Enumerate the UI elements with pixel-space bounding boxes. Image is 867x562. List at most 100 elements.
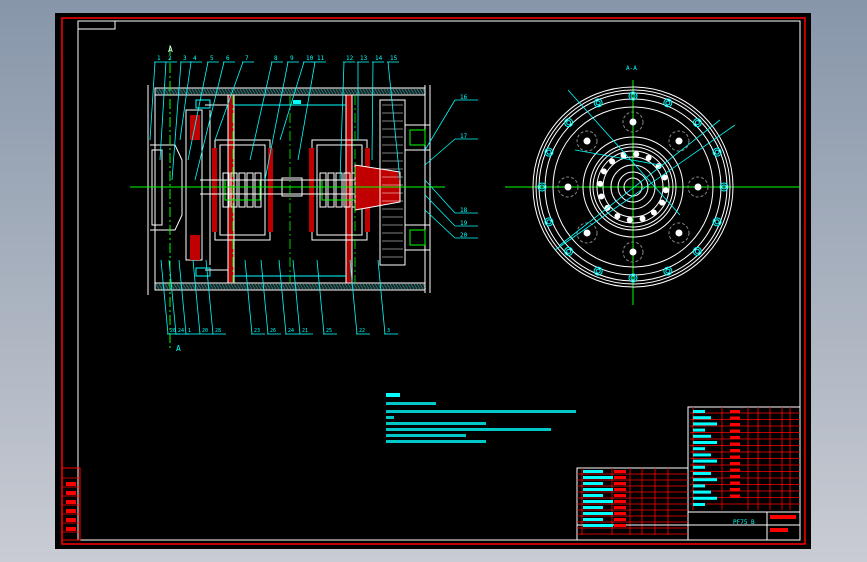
cell-glyphs bbox=[614, 506, 626, 509]
hub-bolt bbox=[600, 168, 607, 175]
mounting-hole bbox=[564, 183, 572, 191]
gear-housing-wall bbox=[309, 148, 314, 232]
title-glyphs bbox=[770, 515, 796, 519]
cell-glyphs bbox=[730, 416, 740, 420]
callout-label: 24 bbox=[178, 328, 184, 334]
cell-glyphs bbox=[583, 500, 613, 503]
cell-glyphs bbox=[614, 512, 626, 515]
callout-label: 18 bbox=[460, 207, 468, 214]
callout-label: 24 bbox=[288, 328, 294, 334]
disc-section bbox=[190, 235, 200, 260]
hub-bolt bbox=[614, 213, 621, 220]
note-line-glyphs bbox=[386, 428, 551, 431]
callout-label: 6 bbox=[226, 55, 230, 62]
cell-glyphs bbox=[693, 490, 711, 494]
callout-label: 17 bbox=[460, 133, 468, 140]
cell-glyphs bbox=[730, 475, 740, 478]
callout-label: 10 bbox=[306, 55, 314, 62]
view-label: A-A bbox=[626, 65, 637, 72]
section-marker-bottom: A bbox=[176, 344, 181, 353]
cell-glyphs bbox=[730, 481, 740, 485]
note-line-glyphs bbox=[386, 422, 486, 425]
callout-label: 2 bbox=[168, 55, 172, 62]
stamp-glyphs bbox=[66, 482, 76, 486]
cell-glyphs bbox=[693, 428, 705, 432]
cell-glyphs bbox=[583, 506, 603, 509]
hub-bolt bbox=[626, 216, 633, 223]
cell-glyphs bbox=[693, 484, 705, 488]
cell-glyphs bbox=[730, 468, 740, 472]
callout-label: 16 bbox=[460, 94, 468, 101]
mounting-hole bbox=[675, 229, 683, 237]
cell-glyphs bbox=[730, 436, 740, 439]
cell-glyphs bbox=[730, 442, 740, 446]
hub-bolt bbox=[633, 151, 640, 158]
cell-glyphs bbox=[730, 462, 740, 465]
mounting-hole bbox=[583, 229, 591, 237]
stamp-glyphs bbox=[66, 500, 76, 504]
cell-glyphs bbox=[693, 459, 717, 463]
callout-label: 25 bbox=[326, 328, 332, 334]
cell-glyphs bbox=[614, 494, 626, 497]
cell-glyphs bbox=[693, 472, 711, 475]
mounting-hole bbox=[694, 183, 702, 191]
note-line-glyphs bbox=[386, 402, 436, 405]
hub-bolt bbox=[662, 187, 669, 194]
callout-label: 11 bbox=[317, 55, 325, 62]
title-glyphs bbox=[770, 528, 788, 532]
cell-glyphs bbox=[693, 478, 717, 482]
note-line-glyphs bbox=[386, 434, 466, 437]
note-line-glyphs bbox=[386, 416, 394, 419]
callout-label: 3 bbox=[183, 55, 187, 62]
mounting-hole bbox=[675, 137, 683, 145]
cell-glyphs bbox=[693, 496, 717, 500]
callout-label: 9 bbox=[290, 55, 294, 62]
cell-glyphs bbox=[730, 488, 740, 491]
hub-bolt bbox=[598, 193, 605, 200]
cell-glyphs bbox=[693, 410, 705, 413]
cell-glyphs bbox=[583, 482, 603, 485]
cell-glyphs bbox=[693, 416, 711, 420]
cell-glyphs bbox=[614, 518, 626, 521]
cell-glyphs bbox=[614, 476, 626, 479]
callout-label: 28 bbox=[215, 328, 221, 334]
callout-label: 20 bbox=[202, 328, 208, 334]
bulkhead-right bbox=[345, 94, 353, 284]
cell-glyphs bbox=[730, 423, 740, 426]
hub-bolt bbox=[609, 158, 616, 165]
cell-glyphs bbox=[730, 410, 740, 413]
callout-label: 7 bbox=[245, 55, 249, 62]
cell-glyphs bbox=[583, 476, 613, 479]
stamp-glyphs bbox=[66, 491, 76, 495]
callout-label: 22 bbox=[359, 328, 365, 334]
hub-bolt bbox=[650, 209, 657, 216]
callout-label: 1 bbox=[157, 55, 161, 62]
callout-label: 19 bbox=[460, 220, 468, 227]
cell-glyphs bbox=[693, 441, 717, 444]
hub-bolt bbox=[639, 215, 646, 222]
callout-label: 15 bbox=[390, 55, 398, 62]
hub-bolt bbox=[597, 180, 604, 187]
cell-glyphs bbox=[693, 447, 705, 451]
cell-glyphs bbox=[730, 429, 740, 433]
mounting-hole bbox=[629, 248, 637, 256]
mounting-hole bbox=[583, 137, 591, 145]
stamp-glyphs bbox=[66, 527, 76, 531]
callout-label: 20 bbox=[460, 232, 468, 239]
cell-glyphs bbox=[730, 494, 740, 498]
hub-bolt bbox=[661, 174, 668, 181]
cell-glyphs bbox=[583, 488, 613, 491]
cell-glyphs bbox=[614, 488, 626, 491]
cad-drawing-canvas[interactable]: 1 2 3 4 5 6 7 8 9 10 11 12 13 14 15161718192026 24 1 20 28… bbox=[0, 0, 867, 562]
stamp-glyphs bbox=[66, 518, 76, 522]
cell-glyphs bbox=[730, 449, 740, 452]
cell-glyphs bbox=[614, 500, 626, 503]
dimension-text bbox=[293, 100, 301, 104]
housing-top-plate bbox=[154, 87, 426, 96]
note-line-glyphs bbox=[386, 440, 486, 443]
cell-glyphs bbox=[614, 482, 626, 485]
hub-bolt bbox=[645, 154, 652, 161]
cell-glyphs bbox=[614, 524, 626, 527]
cell-glyphs bbox=[614, 470, 626, 473]
callout-label: 8 bbox=[274, 55, 278, 62]
